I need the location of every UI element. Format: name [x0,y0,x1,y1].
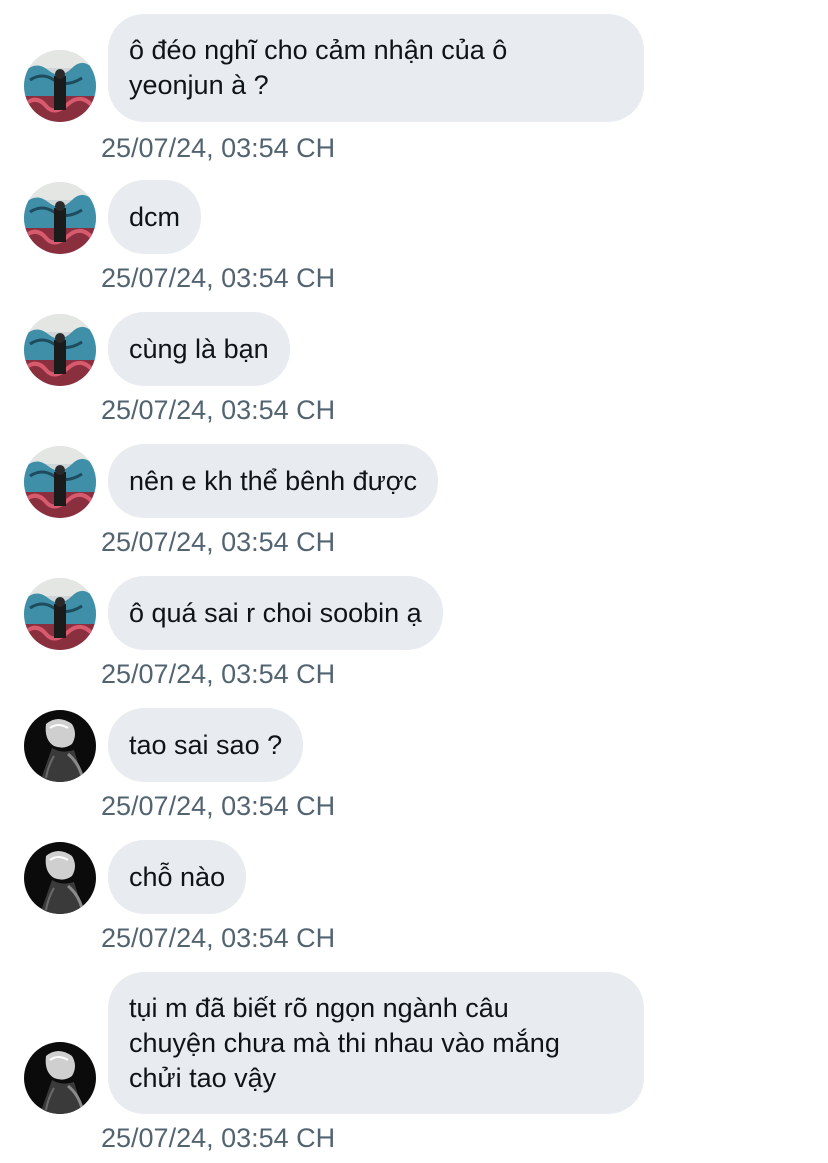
message-text: ô đéo nghĩ cho cảm nhận của ô yeonjun à … [129,35,508,100]
message-bubble[interactable]: cùng là bạn [108,312,290,386]
message-bubble[interactable]: chỗ nào [108,840,247,914]
user-avatar-dark-portrait[interactable] [24,710,96,782]
message-text: tao sai sao ? [129,729,283,760]
message-bubble[interactable]: ô quá sai r choi soobin ạ [108,576,443,650]
message-row: tao sai sao ? 25/07/24, 03:54 CH [0,708,828,826]
message-timestamp: 25/07/24, 03:54 CH [101,263,336,293]
message-timestamp: 25/07/24, 03:54 CH [101,791,336,821]
user-avatar-graffiti[interactable] [24,314,96,386]
message-text: tụi m đã biết rõ ngọn ngành câu chuyện c… [129,992,560,1093]
user-avatar-graffiti[interactable] [24,50,96,122]
message-row: cùng là bạn 25/07/24, 03:54 CH [0,312,828,430]
user-avatar-graffiti[interactable] [24,578,96,650]
message-bubble[interactable]: tao sai sao ? [108,708,304,782]
message-row: nên e kh thể bênh được 25/07/24, 03:54 C… [0,444,828,562]
message-bubble[interactable]: tụi m đã biết rõ ngọn ngành câu chuyện c… [108,972,644,1114]
message-text: cùng là bạn [129,333,269,364]
user-avatar-dark-portrait[interactable] [24,842,96,914]
user-avatar-dark-portrait[interactable] [24,1042,96,1114]
message-row: chỗ nào 25/07/24, 03:54 CH [0,840,828,958]
message-timestamp: 25/07/24, 03:54 CH [101,395,336,425]
message-timestamp: 25/07/24, 03:54 CH [101,923,336,953]
user-avatar-graffiti[interactable] [24,446,96,518]
message-bubble[interactable]: dcm [108,180,202,254]
message-text: dcm [129,201,181,232]
message-text: chỗ nào [129,861,226,892]
message-bubble[interactable]: nên e kh thể bênh được [108,444,438,518]
message-timestamp: 25/07/24, 03:54 CH [101,1123,336,1153]
message-row: ô đéo nghĩ cho cảm nhận của ô yeonjun à … [0,14,828,164]
message-timestamp: 25/07/24, 03:54 CH [101,133,336,163]
message-row: ô quá sai r choi soobin ạ 25/07/24, 03:5… [0,576,828,694]
user-avatar-graffiti[interactable] [24,182,96,254]
message-bubble[interactable]: ô đéo nghĩ cho cảm nhận của ô yeonjun à … [108,14,644,122]
message-text: nên e kh thể bênh được [129,465,417,496]
message-timestamp: 25/07/24, 03:54 CH [101,659,336,689]
message-timestamp: 25/07/24, 03:54 CH [101,527,336,557]
message-text: ô quá sai r choi soobin ạ [129,597,422,628]
message-row: dcm 25/07/24, 03:54 CH [0,180,828,298]
message-row: tụi m đã biết rõ ngọn ngành câu chuyện c… [0,972,828,1160]
